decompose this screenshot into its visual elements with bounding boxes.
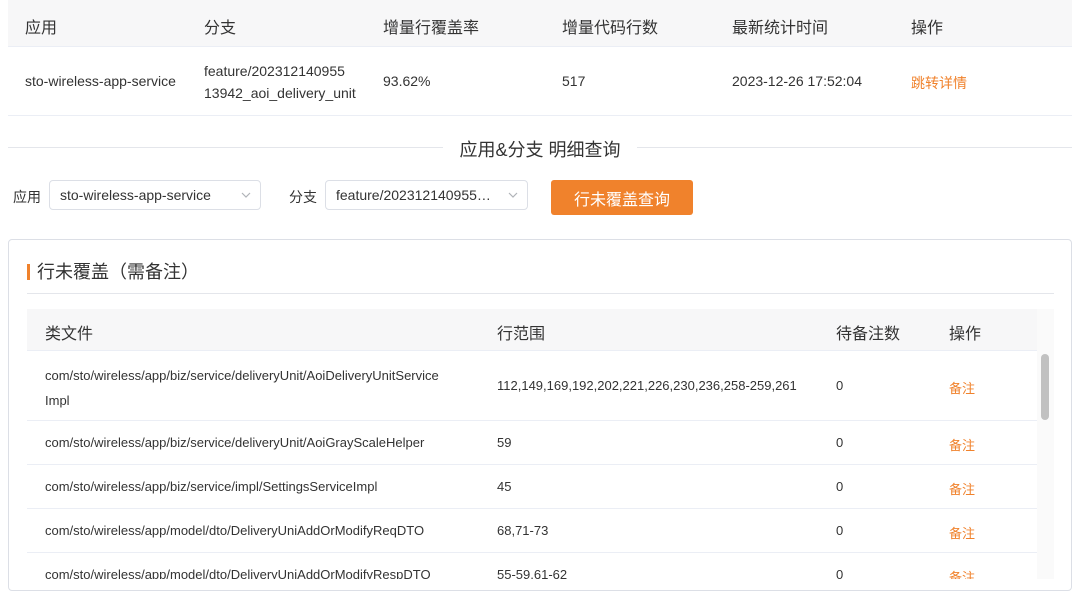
branch-label: 分支 [289,189,317,205]
section-title-wrap: 应用&分支 明细查询 [0,136,1080,162]
class-file: com/sto/wireless/app/biz/service/deliver… [45,363,439,413]
pending-count: 0 [836,567,844,579]
header-pending: 待备注数 [836,326,901,343]
class-file: com/sto/wireless/app/model/dto/DeliveryU… [45,523,425,538]
branch-name: feature/202312140955 13942_aoi_delivery_… [204,60,356,104]
summary-table-header: 应用 分支 增量行覆盖率 增量代码行数 最新统计时间 操作 [8,0,1072,47]
jump-detail-link[interactable]: 跳转详情 [911,73,967,93]
class-file-line2: Impl [45,393,70,408]
line-range: 55-59,61-62 [497,567,568,579]
header-lines: 增量代码行数 [562,20,659,37]
chevron-down-icon [508,192,518,198]
line-range: 45 [497,479,512,494]
uncovered-table: 类文件 行范围 待备注数 操作 com/sto/wireless/app/biz… [27,309,1054,579]
title-accent-bar [27,264,30,280]
remark-link[interactable]: 备注 [949,567,975,579]
branch-select-value: feature/2023121409551394... [336,187,520,203]
card-title: 行未覆盖（需备注） [27,262,199,282]
line-range: 59 [497,435,512,450]
coverage-value: 93.62% [383,73,431,89]
remark-link[interactable]: 备注 [949,378,975,397]
table-row: com/sto/wireless/app/biz/service/deliver… [27,351,1037,421]
app-select-value: sto-wireless-app-service [60,187,211,203]
line-range: 112,149,169,192,202,221,226,230,236,258-… [497,378,797,393]
table-row: com/sto/wireless/app/model/dto/DeliveryU… [27,553,1037,579]
class-file: com/sto/wireless/app/model/dto/DeliveryU… [45,567,431,579]
header-coverage: 增量行覆盖率 [383,20,480,37]
table-row: sto-wireless-app-service feature/2023121… [8,47,1072,116]
class-file: com/sto/wireless/app/biz/service/deliver… [45,435,425,450]
class-file: com/sto/wireless/app/biz/service/impl/Se… [45,479,378,494]
time-value: 2023-12-26 17:52:04 [732,73,862,89]
pending-count: 0 [836,378,844,393]
header-operation: 操作 [949,326,982,343]
branch-name-line1: feature/202312140955 [204,63,345,79]
uncovered-card: 行未覆盖（需备注） 类文件 行范围 待备注数 操作 com/sto/wirele… [8,239,1072,591]
table-scrollbar-thumb[interactable] [1041,354,1049,420]
pending-count: 0 [836,523,844,538]
header-branch: 分支 [204,20,237,37]
card-divider [27,293,1054,294]
uncovered-query-button[interactable]: 行未覆盖查询 [551,180,693,215]
header-class-file: 类文件 [45,326,94,343]
section-title: 应用&分支 明细查询 [443,136,637,162]
table-row: com/sto/wireless/app/model/dto/DeliveryU… [27,509,1037,553]
header-action: 操作 [911,20,944,37]
table-row: com/sto/wireless/app/biz/service/impl/Se… [27,465,1037,509]
remark-link[interactable]: 备注 [949,479,975,498]
header-line-range: 行范围 [497,326,546,343]
summary-table: 应用 分支 增量行覆盖率 增量代码行数 最新统计时间 操作 sto-wirele… [8,0,1072,116]
app-label: 应用 [13,189,41,205]
branch-select[interactable]: feature/2023121409551394... [325,180,528,210]
line-range: 68,71-73 [497,523,549,538]
uncovered-table-header: 类文件 行范围 待备注数 操作 [27,309,1054,351]
app-select[interactable]: sto-wireless-app-service [49,180,261,210]
table-scrollbar-track[interactable] [1037,309,1054,579]
header-time: 最新统计时间 [732,20,829,37]
app-name: sto-wireless-app-service [25,73,176,89]
class-file-line1: com/sto/wireless/app/biz/service/deliver… [45,368,439,383]
chevron-down-icon [241,192,251,198]
header-app: 应用 [25,20,58,37]
pending-count: 0 [836,435,844,450]
card-title-text: 行未覆盖（需备注） [37,262,199,282]
pending-count: 0 [836,479,844,494]
remark-link[interactable]: 备注 [949,523,975,542]
branch-name-line2: 13942_aoi_delivery_unit [204,85,356,101]
lines-value: 517 [562,73,586,89]
table-row: com/sto/wireless/app/biz/service/deliver… [27,421,1037,465]
remark-link[interactable]: 备注 [949,435,975,454]
